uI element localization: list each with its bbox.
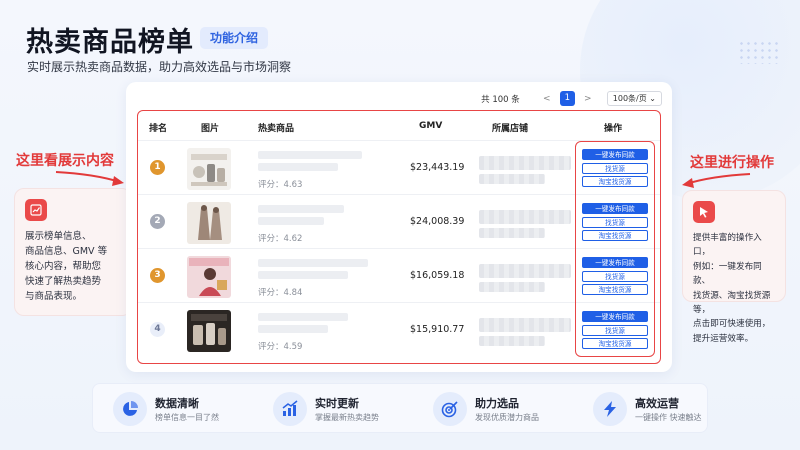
left-callout-title: 这里看展示内容: [16, 153, 114, 169]
publish-same-button[interactable]: 一键发布同款: [582, 311, 648, 322]
header-rank: 排名: [149, 124, 168, 134]
feature-title: 数据清晰: [155, 397, 199, 410]
chart-icon: [25, 199, 47, 221]
lightning-icon: [593, 392, 627, 426]
dot-pattern-decoration: [738, 40, 778, 64]
product-name-blurred: [258, 325, 328, 333]
feature-desc: 发现优质潜力商品: [475, 413, 539, 422]
find-source-button[interactable]: 找货源: [582, 324, 648, 336]
product-name-blurred: [258, 151, 362, 159]
publish-same-button[interactable]: 一键发布同款: [582, 149, 648, 160]
feature-intro-badge[interactable]: 功能介绍: [200, 27, 269, 49]
left-callout-text: 展示榜单信息、 商品信息、GMV 等 核心内容，帮助您 快速了解热卖趋势 与商品…: [25, 231, 108, 302]
taobao-source-button[interactable]: 淘宝找货源: [582, 338, 648, 349]
header-image: 图片: [201, 124, 220, 134]
product-image[interactable]: [187, 202, 231, 244]
shop-name-blurred: [479, 318, 571, 332]
find-source-button[interactable]: 找货源: [582, 216, 648, 228]
feature-desc: 一键操作 快速触达: [635, 413, 702, 422]
table-header: 排名 图片 热卖商品 GMV 所属店铺 操作: [138, 111, 660, 141]
right-callout-title: 这里进行操作: [690, 155, 774, 171]
product-score: 评分：4.84: [258, 288, 303, 298]
cursor-icon: [693, 201, 715, 223]
gmv-value: $23,443.19: [410, 162, 465, 173]
rank-badge: 3: [150, 268, 165, 283]
product-name-blurred: [258, 259, 368, 267]
publish-same-button[interactable]: 一键发布同款: [582, 203, 648, 214]
row-1-actions: 一键发布同款 找货源 淘宝找货源: [576, 149, 654, 190]
shop-name-blurred: [479, 282, 545, 292]
pagination-next-button[interactable]: >: [581, 94, 595, 104]
row-3-actions: 一键发布同款 找货源 淘宝找货源: [576, 257, 654, 298]
right-callout-text: 提供丰富的操作入口， 例如：一键发布同款、 找货源、淘宝找货源等， 点击即可快速…: [693, 233, 771, 344]
pie-chart-icon: [113, 392, 147, 426]
right-callout-card: 提供丰富的操作入口， 例如：一键发布同款、 找货源、淘宝找货源等， 点击即可快速…: [682, 190, 786, 344]
header-product: 热卖商品: [258, 124, 295, 134]
pagination-total: 共 100 条: [481, 94, 520, 105]
product-name-blurred: [258, 271, 348, 279]
page-size-label: 100条/页: [612, 94, 647, 103]
gmv-value: $24,008.39: [410, 216, 465, 227]
feature-desc: 掌握最新热卖趋势: [315, 413, 379, 422]
publish-same-button[interactable]: 一键发布同款: [582, 257, 648, 268]
left-callout-card: 展示榜单信息、 商品信息、GMV 等 核心内容，帮助您 快速了解热卖趋势 与商品…: [14, 188, 132, 316]
gmv-value: $15,910.77: [410, 324, 465, 335]
product-name-blurred: [258, 217, 324, 225]
taobao-source-button[interactable]: 淘宝找货源: [582, 176, 648, 187]
product-image[interactable]: [187, 310, 231, 352]
product-image[interactable]: [187, 256, 231, 298]
feature-desc: 榜单信息一目了然: [155, 413, 219, 422]
taobao-source-button[interactable]: 淘宝找货源: [582, 230, 648, 241]
rank-badge: 2: [150, 214, 165, 229]
feature-title: 高效运营: [635, 397, 679, 410]
product-score: 评分：4.62: [258, 234, 303, 244]
row-4-actions: 一键发布同款 找货源 淘宝找货源: [576, 311, 654, 352]
product-score: 评分：4.63: [258, 180, 303, 190]
product-name-blurred: [258, 313, 348, 321]
feature-title: 助力选品: [475, 397, 519, 410]
trend-chart-icon: [273, 392, 307, 426]
header-gmv: GMV: [419, 121, 443, 131]
shop-name-blurred: [479, 174, 545, 184]
ranking-table: 排名 图片 热卖商品 GMV 所属店铺 操作 1 评分：4.63 $23,443…: [137, 110, 661, 364]
left-arrow-icon: [55, 171, 124, 186]
shop-name-blurred: [479, 228, 545, 238]
shop-name-blurred: [479, 156, 571, 170]
pagination-prev-button[interactable]: <: [540, 94, 554, 104]
rank-badge: 1: [150, 160, 165, 175]
page-size-select[interactable]: 100条/页 ⌄: [606, 91, 662, 106]
find-source-button[interactable]: 找货源: [582, 162, 648, 174]
taobao-source-button[interactable]: 淘宝找货源: [582, 284, 648, 295]
features-bar: 数据清晰 榜单信息一目了然 实时更新 掌握最新热卖趋势 助力选品 发现优质潜力商…: [92, 383, 708, 433]
rank-badge: 4: [150, 322, 165, 337]
operations-highlight: 一键发布同款 找货源 淘宝找货源 一键发布同款 找货源 淘宝找货源 一键发布同款…: [575, 141, 655, 357]
find-source-button[interactable]: 找货源: [582, 270, 648, 282]
row-2-actions: 一键发布同款 找货源 淘宝找货源: [576, 203, 654, 244]
shop-name-blurred: [479, 210, 571, 224]
product-name-blurred: [258, 205, 344, 213]
ranking-panel: 共 100 条 < 1 > 100条/页 ⌄ 排名 图片 热卖商品 GMV 所属…: [126, 82, 672, 372]
gmv-value: $16,059.18: [410, 270, 465, 281]
shop-name-blurred: [479, 336, 545, 346]
product-name-blurred: [258, 163, 338, 171]
target-icon: [433, 392, 467, 426]
product-score: 评分：4.59: [258, 342, 303, 352]
page-subtitle: 实时展示热卖商品数据，助力高效选品与市场洞察: [27, 60, 292, 74]
shop-name-blurred: [479, 264, 571, 278]
header-shop: 所属店铺: [492, 124, 529, 134]
right-arrow-icon: [682, 173, 751, 188]
header-ops: 操作: [604, 124, 623, 134]
page-title: 热卖商品榜单: [26, 27, 194, 58]
pagination: 共 100 条 < 1 > 100条/页 ⌄: [481, 91, 662, 106]
pagination-page-1[interactable]: 1: [559, 91, 575, 106]
product-image[interactable]: [187, 148, 231, 190]
feature-title: 实时更新: [315, 397, 359, 410]
